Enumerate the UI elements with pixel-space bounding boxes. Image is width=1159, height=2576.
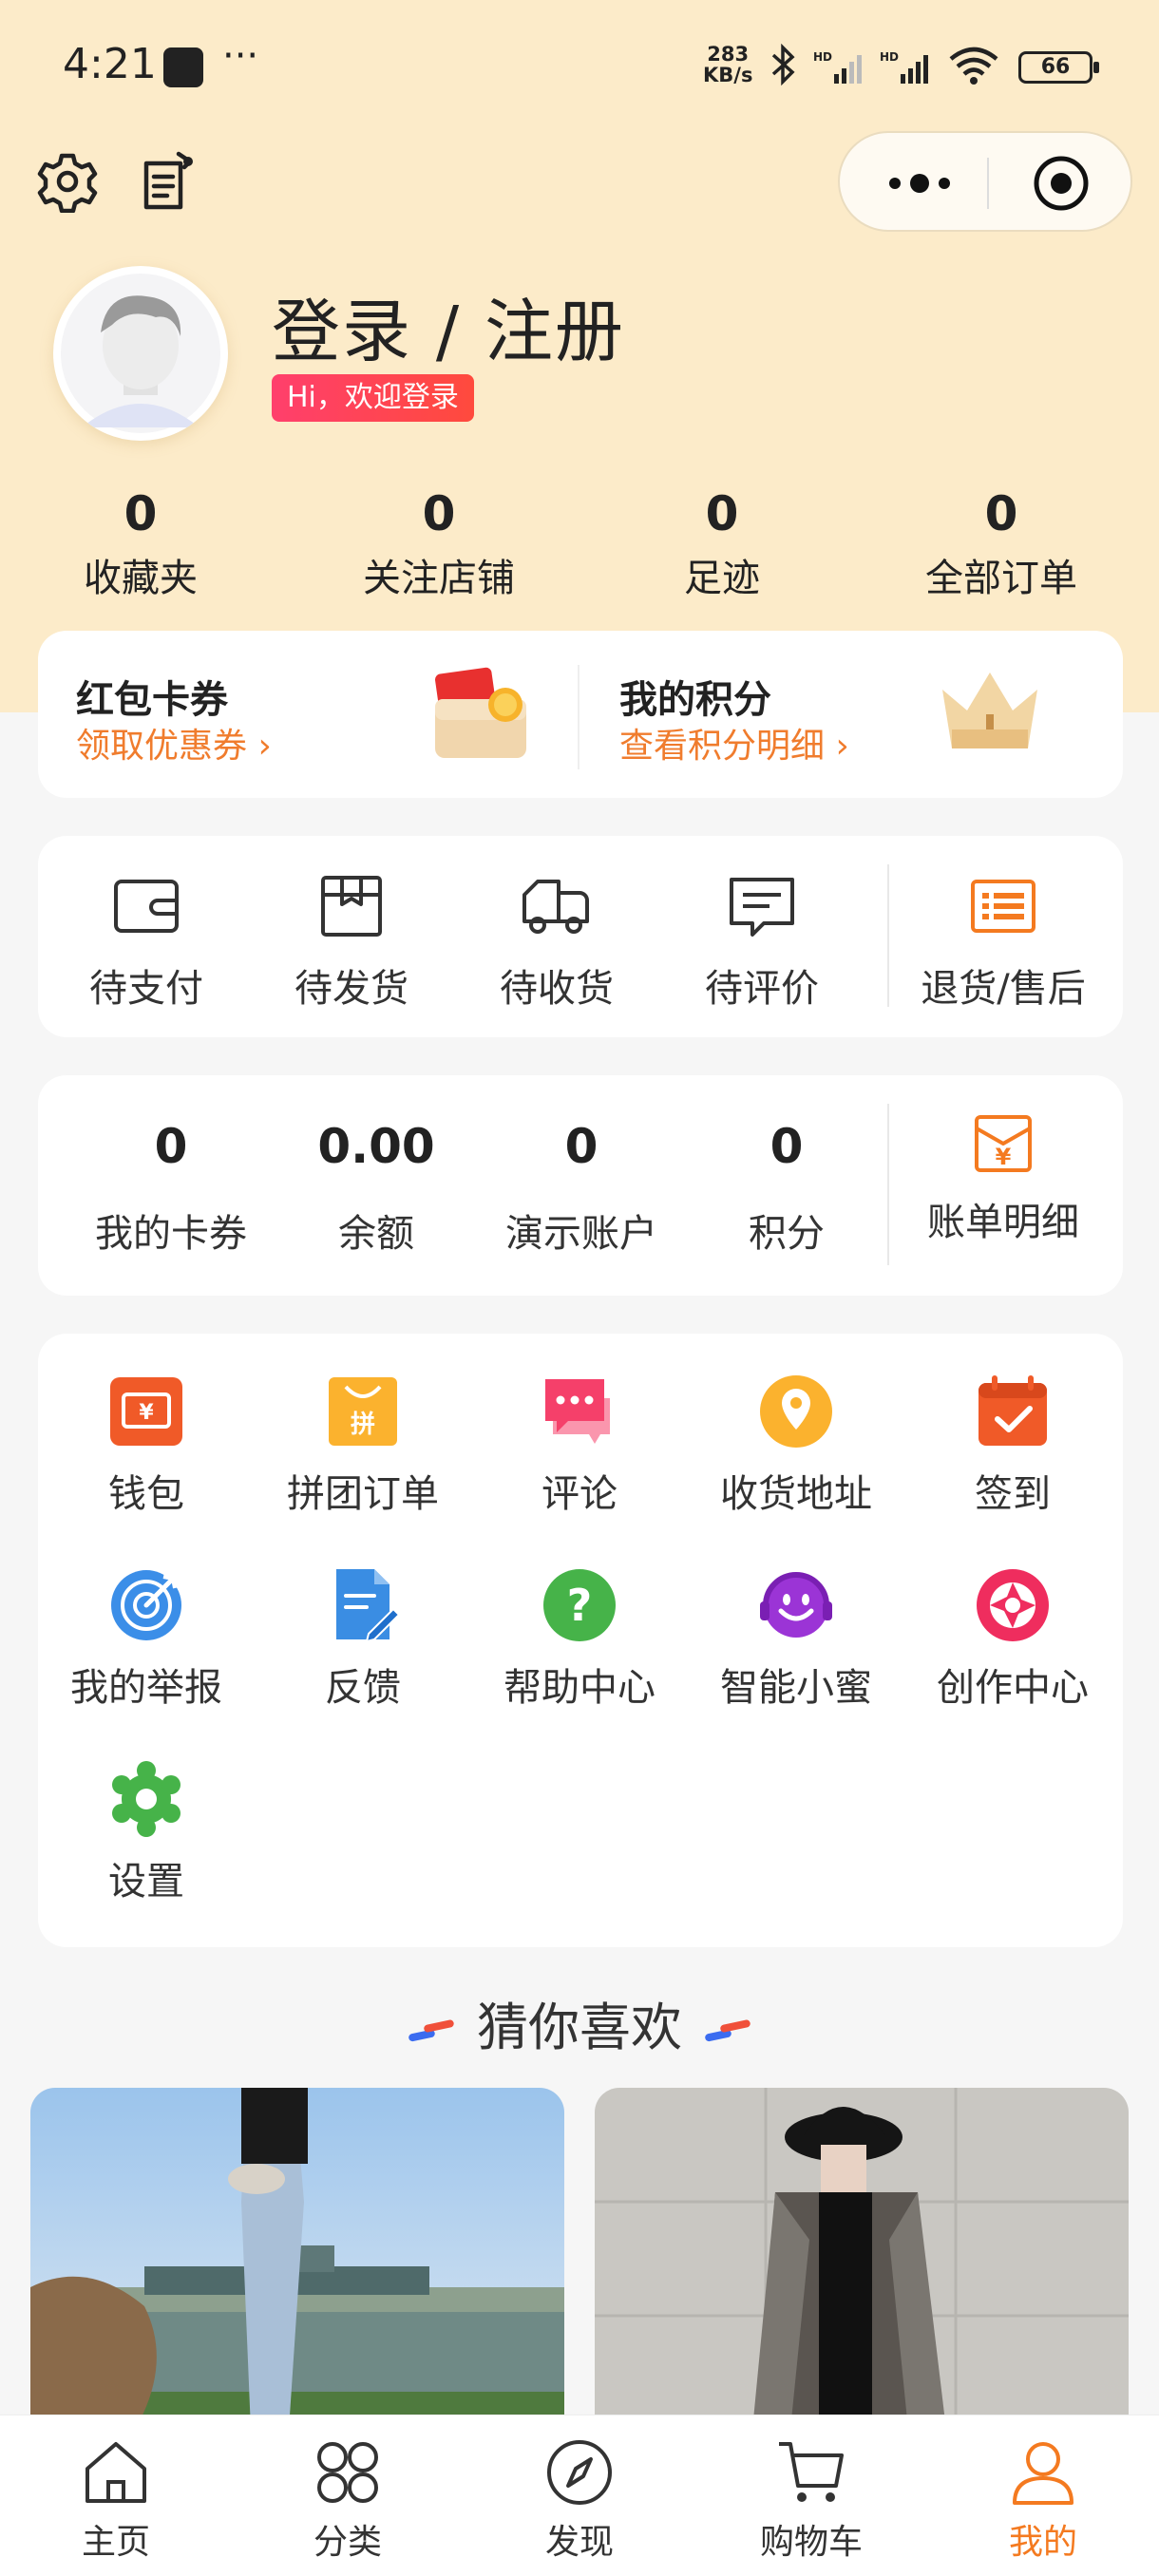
welcome-badge: Hi，欢迎登录 [272,374,474,422]
service-address[interactable]: 收货地址 [688,1373,904,1518]
product-card-image[interactable] [595,2088,1129,2430]
cart-icon [779,2442,844,2502]
list-icon [971,880,1036,933]
svg-text:?: ? [567,1580,593,1631]
aperture-icon [977,1569,1049,1641]
tab-category[interactable]: 分类 [253,2436,443,2564]
decor-stripe-icon [705,2019,750,2042]
comment-icon [730,878,794,937]
service-smart-assistant[interactable]: 智能小蜜 [688,1567,904,1712]
service-comments[interactable]: 评论 [471,1373,688,1518]
app-notification-icon [163,47,203,87]
orders-card: 待支付 待发货 待收货 待评价 退货/售后 [38,836,1123,1037]
account-card: 0 我的卡券 0.00 余额 0 演示账户 0 积分 ¥ 账单明细 [38,1075,1123,1296]
package-icon [321,876,382,937]
service-feedback[interactable]: 反馈 [255,1567,471,1712]
account-points[interactable]: 0 积分 [678,1119,895,1258]
points-detail-link[interactable]: 查看积分明细 › [619,718,849,767]
comment-bubble-icon [545,1379,610,1444]
tab-discover[interactable]: 发现 [484,2436,674,2564]
settings-gear-icon[interactable] [36,150,99,213]
product-photo [595,2088,1129,2430]
more-notifications-icon: ··· [222,34,259,78]
wifi-icon [949,47,998,85]
close-miniapp-button[interactable] [1032,154,1091,213]
order-pending-receipt[interactable]: 待收货 [448,868,665,1013]
svg-text:拼: 拼 [351,1411,375,1439]
bottom-tab-bar: 主页 分类 发现 购物车 我的 [0,2415,1159,2576]
services-card: ¥ 钱包 拼 拼团订单 评论 收货地址 签到 我的举报 反馈 ? 帮助中心 智能… [38,1334,1123,1947]
tab-mine[interactable]: 我的 [948,2436,1138,2564]
battery-indicator: 66 [1018,51,1099,84]
wallet-icon: ¥ [110,1377,182,1446]
order-pending-shipment[interactable]: 待发货 [243,868,460,1013]
target-icon [111,1570,181,1640]
card-divider [578,665,580,769]
account-demo[interactable]: 0 演示账户 [473,1119,690,1258]
guess-you-like-heading: 猜你喜欢 [0,1985,1159,2060]
group-bag-icon: 拼 [329,1377,397,1446]
gear-icon [112,1761,180,1837]
category-icon [317,2442,378,2503]
coupon-points-card: 红包卡券 领取优惠券 › 我的积分 查看积分明细 › [38,631,1123,798]
svg-text:¥: ¥ [139,1401,154,1425]
truck-icon [522,880,589,934]
red-envelope-icon [435,667,526,758]
get-coupon-link[interactable]: 领取优惠券 › [76,718,272,767]
service-creator-center[interactable]: 创作中心 [904,1567,1121,1712]
user-icon [1013,2442,1074,2505]
compass-icon [547,2440,612,2505]
svg-text:HD: HD [813,50,832,64]
message-notepad-icon[interactable] [137,150,200,213]
stat-favorites[interactable]: 0 收藏夹 [27,486,255,602]
account-my-coupons[interactable]: 0 我的卡券 [63,1119,279,1258]
decor-stripe-icon [408,2019,454,2042]
order-pending-payment[interactable]: 待支付 [38,868,255,1013]
service-help-center[interactable]: ? 帮助中心 [471,1567,688,1712]
stat-all-orders[interactable]: 0 全部订单 [887,486,1115,602]
svg-text:HD: HD [880,50,899,64]
crown-icon [942,672,1037,748]
calendar-check-icon [978,1375,1047,1446]
help-icon: ? [543,1569,616,1641]
product-card-image[interactable] [30,2088,564,2430]
network-speed: 283 KB/s [703,43,753,86]
service-group-orders[interactable]: 拼 拼团订单 [255,1373,471,1518]
default-avatar-icon [61,274,220,433]
miniapp-capsule [838,131,1132,232]
signal-icon: HD [813,50,862,84]
bill-detail[interactable]: ¥ 账单明细 [895,1109,1112,1246]
orders-divider [887,864,889,1007]
tab-home[interactable]: 主页 [21,2436,211,2564]
login-register-link[interactable]: 登录 / 注册 [272,275,625,375]
service-wallet[interactable]: ¥ 钱包 [38,1373,255,1518]
service-checkin[interactable]: 签到 [904,1373,1121,1518]
order-after-sales[interactable]: 退货/售后 [895,868,1112,1013]
location-icon [760,1375,832,1448]
account-balance[interactable]: 0.00 余额 [268,1119,484,1258]
status-time: 4:21 [63,40,157,88]
smile-icon [760,1572,832,1638]
bill-icon: ¥ [975,1115,1032,1172]
stat-footprints[interactable]: 0 足迹 [608,486,836,602]
home-icon [86,2442,146,2503]
order-pending-review[interactable]: 待评价 [654,868,870,1013]
account-divider [887,1104,889,1265]
more-menu-button[interactable] [882,160,958,207]
capsule-divider [987,158,989,209]
avatar[interactable] [53,266,228,441]
stat-followed-shops[interactable]: 0 关注店铺 [325,486,553,602]
svg-text:¥: ¥ [996,1144,1012,1170]
status-bar: 4:21 ··· 283 KB/s HD HD 66 [0,0,1159,133]
tab-cart[interactable]: 购物车 [716,2436,906,2564]
wallet-icon [114,880,179,933]
product-photo [30,2088,564,2430]
feedback-doc-icon [336,1569,401,1643]
service-settings[interactable]: 设置 [38,1761,255,1905]
service-my-reports[interactable]: 我的举报 [38,1567,255,1712]
signal-icon: HD [880,50,928,84]
bluetooth-icon [771,44,795,85]
